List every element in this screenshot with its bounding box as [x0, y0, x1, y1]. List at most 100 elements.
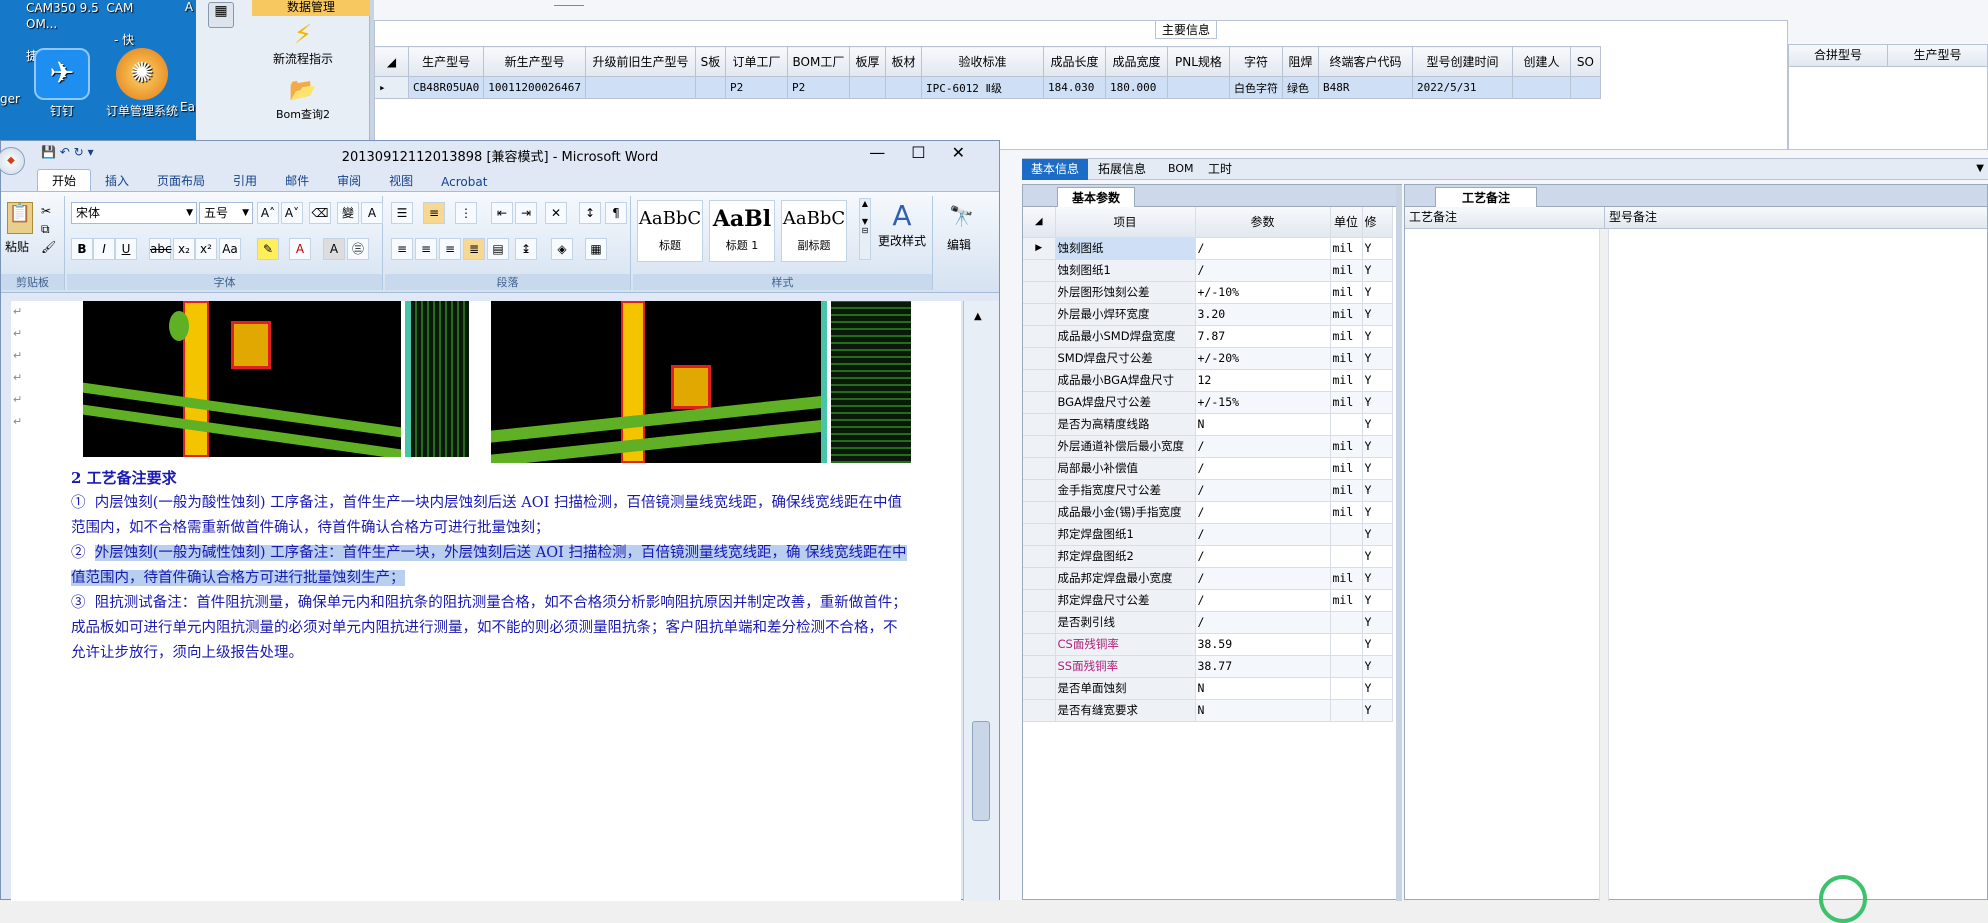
table-row[interactable]: BGA焊盘尺寸公差 +/-15% mil Y — [1023, 391, 1393, 414]
ribbon-tab[interactable]: 页面布局 — [143, 170, 219, 191]
param-unit[interactable]: mil — [1330, 259, 1363, 282]
panel-divider[interactable] — [1396, 185, 1402, 901]
italic-icon[interactable]: I — [93, 238, 115, 260]
shrink-font-icon[interactable]: A˅ — [281, 202, 303, 224]
underline-icon[interactable]: U — [115, 238, 137, 260]
param-flag[interactable]: Y — [1362, 479, 1393, 502]
param-name[interactable]: 成品最小金(锡)手指宽度 — [1055, 501, 1196, 524]
row-indicator[interactable]: ▸ — [374, 76, 409, 99]
param-flag[interactable]: Y — [1362, 523, 1393, 546]
param-unit[interactable] — [1330, 523, 1363, 546]
edit-label[interactable]: 编辑 — [947, 236, 971, 253]
param-flag[interactable]: Y — [1362, 435, 1393, 458]
param-value[interactable]: / — [1195, 479, 1331, 502]
redo-icon[interactable]: ↻ — [74, 145, 84, 159]
column-header[interactable]: 板材 — [884, 46, 922, 77]
param-flag[interactable]: Y — [1362, 369, 1393, 392]
cut-icon[interactable]: ✂ — [41, 204, 51, 218]
row-indicator[interactable] — [1023, 699, 1056, 722]
binoculars-icon[interactable]: 🔭 — [949, 204, 974, 228]
grid-cell[interactable] — [1569, 76, 1601, 99]
param-flag[interactable]: Y — [1362, 303, 1393, 326]
grid-cell[interactable]: P2 — [786, 76, 850, 99]
param-unit[interactable]: mil — [1330, 457, 1363, 480]
copy-icon[interactable]: ⧉ — [41, 222, 50, 236]
param-value[interactable]: / — [1195, 435, 1331, 458]
row-indicator[interactable] — [1023, 457, 1056, 480]
nav-header[interactable]: 数据管理 — [252, 0, 370, 16]
column-header[interactable]: 升级前旧生产型号 — [584, 46, 696, 77]
row-indicator[interactable] — [1023, 369, 1056, 392]
order-system-shortcut[interactable]: ✺ 订单管理系统 — [104, 48, 180, 118]
param-name[interactable]: 是否单面蚀刻 — [1055, 677, 1196, 700]
param-flag[interactable]: Y — [1362, 699, 1393, 722]
tab-hours[interactable]: 工时 — [1208, 159, 1232, 179]
nav-item-new-process[interactable]: ⚡ 新流程指示 — [236, 20, 370, 67]
param-flag[interactable]: Y — [1362, 237, 1393, 260]
ribbon-tab[interactable]: 视图 — [375, 170, 427, 191]
ribbon-tab[interactable]: 开始 — [37, 169, 92, 191]
column-header[interactable]: SO — [1569, 46, 1601, 77]
table-row[interactable]: 邦定焊盘图纸2/ Y — [1023, 545, 1393, 568]
param-flag[interactable]: Y — [1362, 567, 1393, 590]
column-header[interactable]: 板厚 — [848, 46, 886, 77]
grid-cell[interactable] — [694, 76, 726, 99]
table-row[interactable]: 是否有缝宽要求 N Y — [1023, 699, 1393, 722]
grid-cell[interactable] — [848, 76, 886, 99]
param-unit[interactable]: mil — [1330, 303, 1363, 326]
param-value[interactable]: N — [1195, 699, 1331, 722]
param-name[interactable]: 邦定焊盘尺寸公差 — [1055, 589, 1196, 612]
param-flag[interactable]: Y — [1362, 611, 1393, 634]
table-row[interactable]: 是否剥引线 / Y — [1023, 611, 1393, 634]
param-unit[interactable]: mil — [1330, 479, 1363, 502]
row-indicator[interactable] — [1023, 567, 1056, 590]
tab-process-notes[interactable]: 工艺备注 — [1435, 187, 1538, 207]
row-indicator[interactable] — [1023, 655, 1056, 678]
param-unit[interactable] — [1330, 545, 1363, 568]
param-unit[interactable]: mil — [1330, 281, 1363, 304]
table-row[interactable]: SMD焊盘尺寸公差 +/-20% mil Y — [1023, 347, 1393, 370]
table-row[interactable]: CS面残铜率 38.59 Y — [1023, 633, 1393, 656]
ribbon-tab[interactable]: Acrobat — [427, 173, 501, 191]
grid-cell[interactable]: 10011200026467 — [483, 76, 586, 99]
row-indicator[interactable] — [1023, 545, 1056, 568]
param-value[interactable]: / — [1195, 457, 1331, 480]
param-name[interactable]: 成品最小SMD焊盘宽度 — [1055, 325, 1196, 348]
column-header[interactable]: 生产型号 — [407, 46, 485, 77]
table-row[interactable]: 邦定焊盘尺寸公差 / mil Y — [1023, 589, 1393, 612]
table-row[interactable]: 成品最小SMD焊盘宽度 7.87 mil Y — [1023, 325, 1393, 348]
minimize-icon[interactable]: — — [869, 143, 911, 162]
param-flag[interactable]: Y — [1362, 259, 1393, 282]
param-name[interactable]: 是否有缝宽要求 — [1055, 699, 1196, 722]
word-scrollbar[interactable]: ▲ — [963, 301, 999, 901]
grid-cell[interactable]: 184.030 — [1042, 76, 1106, 99]
row-indicator[interactable] — [1023, 413, 1056, 436]
customize-icon[interactable]: ▾ — [88, 145, 94, 159]
param-value[interactable]: / — [1195, 259, 1331, 282]
param-name[interactable]: 金手指宽度尺寸公差 — [1055, 479, 1196, 502]
row-indicator[interactable] — [1023, 677, 1056, 700]
grid-cell[interactable]: CB48R05UA0 — [407, 76, 485, 99]
param-flag[interactable]: Y — [1362, 325, 1393, 348]
enclose-char-icon[interactable]: ㊂ — [347, 238, 369, 260]
align-right-icon[interactable]: ≡ — [439, 238, 461, 260]
dingtalk-shortcut[interactable]: ✈ 钉钉 — [30, 48, 94, 118]
ribbon-tab[interactable]: 引用 — [219, 170, 271, 191]
param-value[interactable]: / — [1195, 589, 1331, 612]
ribbon-tab[interactable]: 邮件 — [271, 170, 323, 191]
ribbon-tab[interactable]: 审阅 — [323, 170, 375, 191]
column-header[interactable]: BOM工厂 — [786, 46, 850, 77]
row-indicator[interactable] — [1023, 303, 1056, 326]
row-indicator[interactable] — [1023, 347, 1056, 370]
table-row[interactable]: 蚀刻图纸1/mil Y — [1023, 259, 1393, 282]
param-unit[interactable]: mil — [1330, 567, 1363, 590]
style-gallery-item[interactable]: AaBl 标题 1 — [709, 200, 775, 262]
row-indicator[interactable] — [1023, 633, 1056, 656]
tab-basic-info[interactable]: 基本信息 — [1022, 159, 1088, 180]
param-name[interactable]: 邦定焊盘图纸1 — [1055, 523, 1196, 546]
scroll-up-icon[interactable]: ▲ — [974, 311, 982, 322]
column-header[interactable]: 型号备注 — [1605, 207, 1805, 228]
grid-cell[interactable]: 绿色 — [1281, 76, 1319, 99]
column-header[interactable]: 工艺备注 — [1405, 207, 1605, 228]
row-indicator[interactable] — [1023, 501, 1056, 524]
